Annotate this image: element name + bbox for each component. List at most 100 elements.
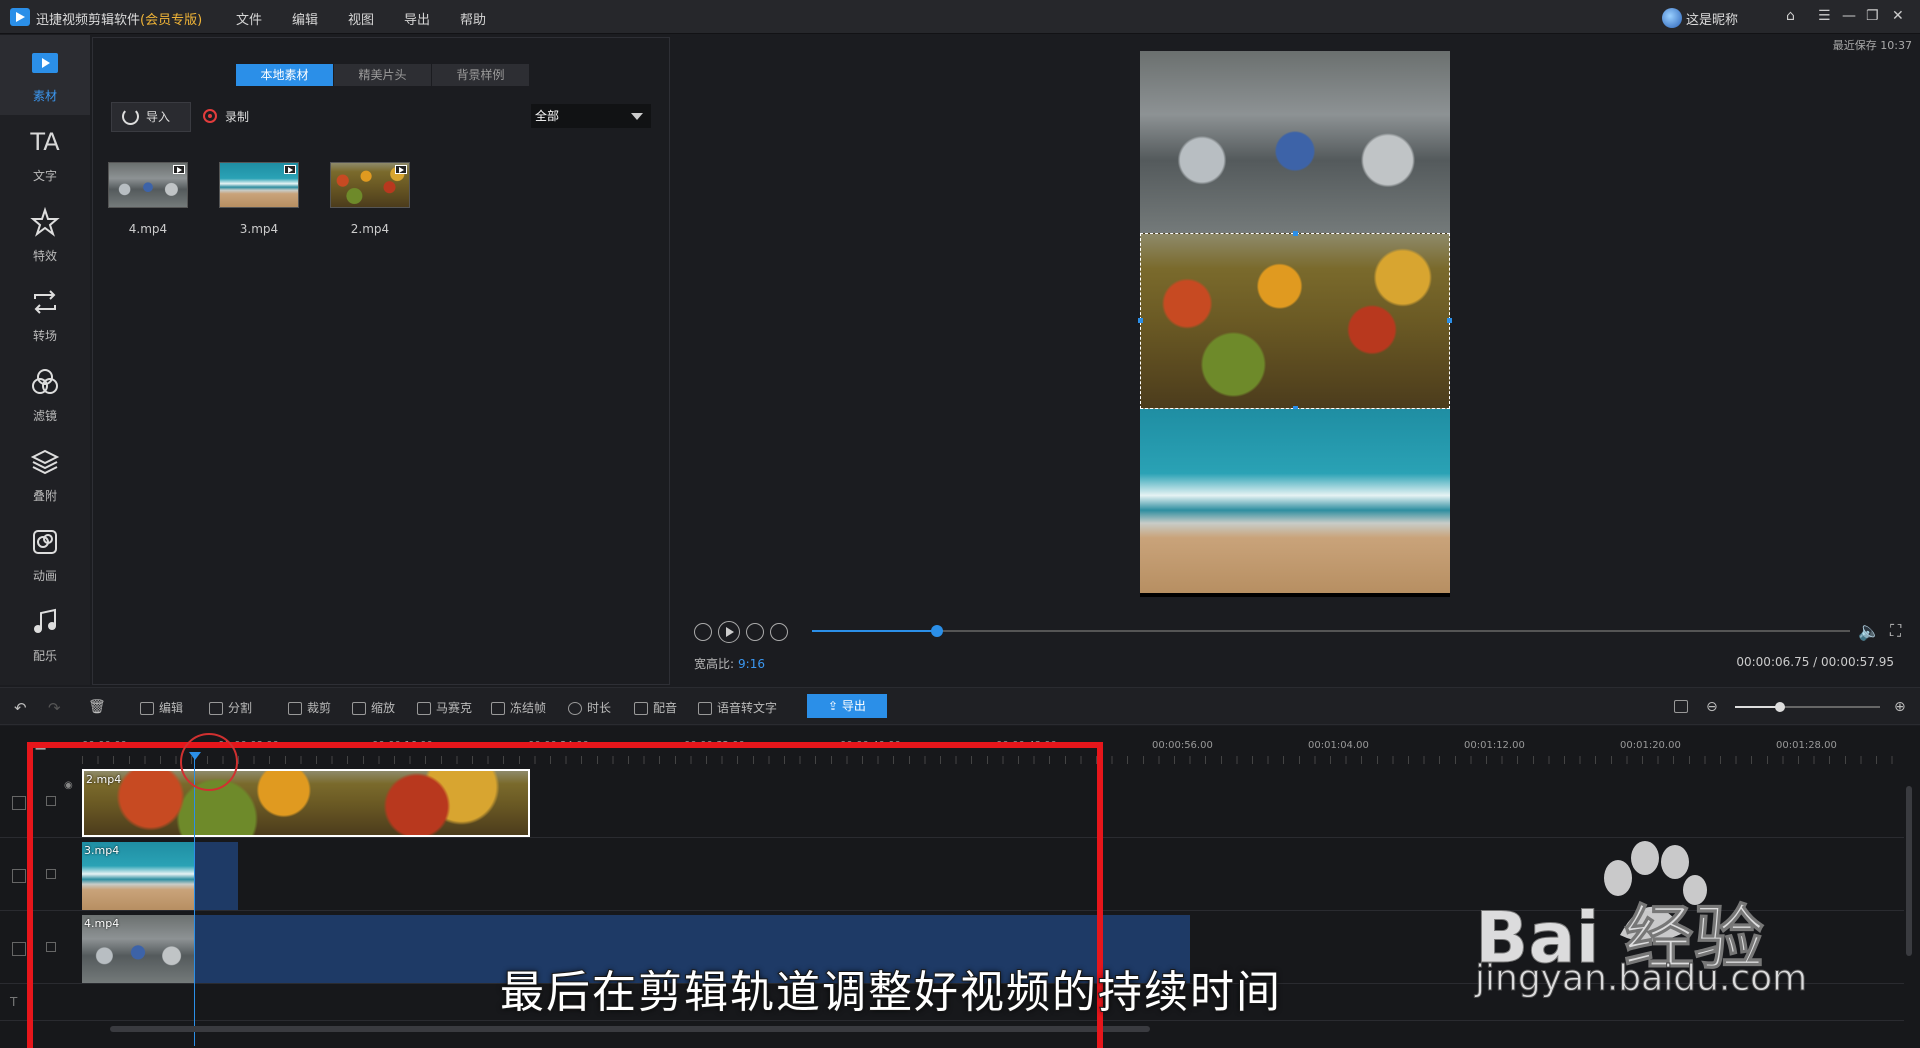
effects-icon bbox=[30, 206, 60, 237]
menu-icon[interactable]: ☰ bbox=[1818, 8, 1831, 24]
media-thumb-2[interactable] bbox=[330, 162, 410, 208]
stop-icon[interactable] bbox=[770, 623, 788, 641]
fit-icon[interactable] bbox=[1674, 699, 1693, 713]
sidebar-item-effects[interactable]: 特效 bbox=[0, 195, 90, 275]
import-label: 导入 bbox=[146, 110, 171, 124]
menu-help[interactable]: 帮助 bbox=[460, 9, 516, 28]
zoom-icon bbox=[352, 702, 366, 715]
preview-layer-beach[interactable] bbox=[1140, 409, 1450, 593]
dubbing-button[interactable]: 配音 bbox=[634, 699, 677, 716]
resize-handle[interactable] bbox=[1447, 318, 1452, 323]
sidebar-item-text[interactable]: TA 文字 bbox=[0, 115, 90, 195]
crop-icon bbox=[288, 702, 302, 715]
playback-controls bbox=[694, 621, 788, 643]
mosaic-icon bbox=[417, 702, 431, 715]
maximize-icon[interactable]: ❐ bbox=[1866, 8, 1879, 24]
zoom-knob[interactable] bbox=[1775, 702, 1785, 712]
menu-view[interactable]: 视图 bbox=[348, 9, 404, 28]
speech-to-text-button[interactable]: 语音转文字 bbox=[698, 699, 777, 716]
freeze-frame-button[interactable]: 冻结帧 bbox=[491, 699, 546, 716]
redo-icon[interactable]: ↷ bbox=[48, 699, 61, 717]
edit-button[interactable]: 编辑 bbox=[140, 699, 183, 716]
menu-export[interactable]: 导出 bbox=[404, 9, 460, 28]
sidebar-item-music[interactable]: 配乐 bbox=[0, 595, 90, 675]
sidebar-item-overlay[interactable]: 叠附 bbox=[0, 435, 90, 515]
ruler-tick: 00:01:28.00 bbox=[1776, 740, 1837, 751]
sidebar-item-label: 配乐 bbox=[32, 649, 57, 663]
crop-button[interactable]: 裁剪 bbox=[288, 699, 331, 716]
ratio-value: 9:16 bbox=[738, 657, 765, 671]
prev-frame-icon[interactable] bbox=[694, 623, 712, 641]
media-icon bbox=[30, 47, 60, 77]
media-thumb-4[interactable] bbox=[108, 162, 188, 208]
sidebar-item-label: 叠附 bbox=[32, 489, 57, 503]
import-button[interactable]: 导入 bbox=[111, 102, 191, 132]
sidebar-item-label: 素材 bbox=[32, 89, 57, 103]
home-icon[interactable]: ⌂ bbox=[1786, 8, 1795, 24]
preview-layer-rain[interactable] bbox=[1140, 51, 1450, 233]
user-name: 这是昵称 bbox=[1686, 12, 1739, 28]
tab-intros[interactable]: 精美片头 bbox=[334, 64, 431, 86]
ruler-tick: 00:01:04.00 bbox=[1308, 740, 1369, 751]
mosaic-button[interactable]: 马赛克 bbox=[417, 699, 472, 716]
close-icon[interactable]: ✕ bbox=[1892, 8, 1904, 24]
preview-layer-autumn[interactable] bbox=[1138, 231, 1452, 411]
chevron-down-icon bbox=[631, 113, 643, 120]
ruler-tick: 00:01:20.00 bbox=[1620, 740, 1681, 751]
aspect-ratio[interactable]: 宽高比: 9:16 bbox=[694, 655, 765, 672]
media-name: 4.mp4 bbox=[128, 222, 168, 236]
minimize-icon[interactable]: — bbox=[1842, 8, 1856, 24]
progress-knob[interactable] bbox=[930, 625, 943, 637]
sidebar-item-media[interactable]: 素材 bbox=[0, 35, 90, 115]
media-filter-select[interactable]: 全部 bbox=[531, 104, 651, 128]
tab-backgrounds[interactable]: 背景样例 bbox=[432, 64, 529, 86]
freeze-icon bbox=[491, 702, 505, 715]
edit-toolbar: ↶ ↷ 🗑 编辑 分割 裁剪 缩放 马赛克 冻结帧 时长 配音 语音转文字 ⇪ … bbox=[0, 687, 1920, 725]
zoom-in-icon[interactable]: ⊕ bbox=[1894, 699, 1906, 715]
zoom-button[interactable]: 缩放 bbox=[352, 699, 395, 716]
fullscreen-icon[interactable]: ⛶ bbox=[1890, 621, 1901, 641]
sidebar-item-label: 文字 bbox=[32, 169, 57, 183]
video-icon bbox=[284, 165, 296, 174]
sidebar-item-label: 特效 bbox=[32, 249, 57, 263]
menu-file[interactable]: 文件 bbox=[236, 9, 292, 28]
delete-icon[interactable]: 🗑 bbox=[88, 699, 106, 715]
record-icon bbox=[203, 109, 217, 123]
tutorial-caption: 最后在剪辑轨道调整好视频的持续时间 bbox=[499, 966, 1282, 1019]
split-button[interactable]: 分割 bbox=[209, 699, 252, 716]
export-button[interactable]: ⇪ 导出 bbox=[807, 694, 887, 718]
undo-icon[interactable]: ↶ bbox=[14, 699, 27, 717]
user-account[interactable]: 这是昵称 bbox=[1662, 8, 1738, 28]
transition-icon bbox=[30, 287, 60, 317]
text-icon: TA bbox=[30, 128, 60, 156]
baidu-watermark: Bai 经验 jingyan.baidu.com bbox=[1474, 840, 1825, 1010]
media-name: 3.mp4 bbox=[239, 222, 279, 236]
volume-icon[interactable]: 🔈 bbox=[1858, 621, 1880, 642]
highlight-circle bbox=[180, 733, 238, 791]
sidebar-item-animation[interactable]: 动画 bbox=[0, 515, 90, 595]
menu-bar: 文件 编辑 视图 导出 帮助 bbox=[236, 9, 516, 28]
tab-local-media[interactable]: 本地素材 bbox=[236, 64, 333, 86]
sidebar-item-label: 转场 bbox=[32, 329, 57, 343]
playback-progress[interactable] bbox=[812, 625, 1850, 637]
resize-handle[interactable] bbox=[1293, 231, 1298, 236]
timeline-zoom-slider[interactable] bbox=[1735, 702, 1880, 712]
media-thumb-3[interactable] bbox=[219, 162, 299, 208]
avatar bbox=[1662, 8, 1682, 28]
sidebar-item-filter[interactable]: 滤镜 bbox=[0, 355, 90, 435]
timeline-scrollbar-v[interactable] bbox=[1906, 786, 1912, 956]
vip-label: (会员专版) bbox=[140, 13, 203, 28]
zoom-out-icon[interactable]: ⊖ bbox=[1706, 699, 1718, 715]
sidebar-item-transition[interactable]: 转场 bbox=[0, 275, 90, 355]
menu-edit[interactable]: 编辑 bbox=[292, 9, 348, 28]
filter-value: 全部 bbox=[535, 109, 560, 123]
last-save-time: 最近保存 10:37 bbox=[1832, 39, 1912, 52]
record-button[interactable]: 录制 bbox=[203, 108, 249, 125]
next-frame-icon[interactable] bbox=[746, 623, 764, 641]
play-icon[interactable] bbox=[718, 621, 740, 643]
watermark-url: jingyan.baidu.com bbox=[1474, 958, 1808, 1000]
preview-canvas[interactable] bbox=[1138, 51, 1452, 597]
resize-handle[interactable] bbox=[1138, 318, 1143, 323]
duration-button[interactable]: 时长 bbox=[568, 699, 611, 716]
sidebar-item-label: 滤镜 bbox=[32, 409, 57, 423]
